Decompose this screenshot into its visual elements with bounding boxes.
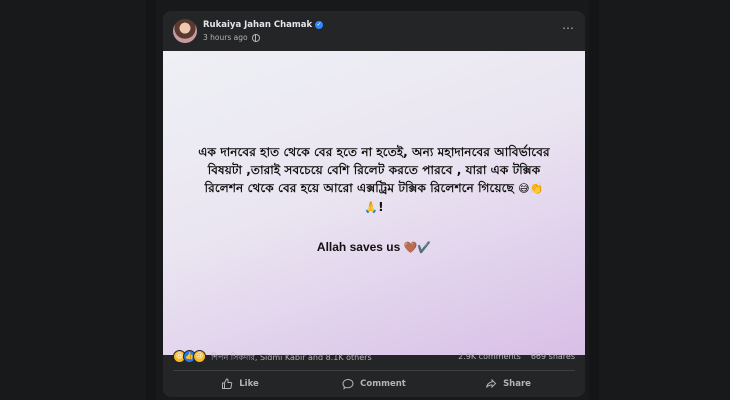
thumbs-up-icon xyxy=(222,378,233,389)
post-stats: 😆 👍 😢 শিপন সিকদার, Sidmi Kabir and 8.1K … xyxy=(163,346,585,366)
post-tagline-row: Allah saves us 🤎✔️ xyxy=(163,240,585,254)
comment-label: Comment xyxy=(360,379,406,389)
post-actions: Like Comment Share xyxy=(173,372,575,396)
share-button[interactable]: Share xyxy=(441,372,575,396)
comment-button[interactable]: Comment xyxy=(307,372,441,396)
post-text-emoji: 😅👏 xyxy=(518,182,544,195)
sad-reaction-icon: 😢 xyxy=(193,350,206,363)
actions-divider xyxy=(173,370,575,371)
author-row: Rukaiya Jahan Chamak ✓ xyxy=(203,20,324,30)
post-text-block: এক দানবের হাত থেকে বের হতে না হতেই, অন্য… xyxy=(191,143,557,217)
right-column-strip xyxy=(589,0,599,400)
shares-count[interactable]: 669 shares xyxy=(531,352,575,361)
author-name[interactable]: Rukaiya Jahan Chamak xyxy=(203,20,312,30)
post-timestamp[interactable]: 3 hours ago xyxy=(203,33,248,42)
comment-bubble-icon xyxy=(342,378,354,390)
share-label: Share xyxy=(503,379,531,389)
post-card: Rukaiya Jahan Chamak ✓ 3 hours ago ⋯ এক … xyxy=(163,11,585,397)
more-options-icon[interactable]: ⋯ xyxy=(562,21,575,35)
comments-count[interactable]: 2.9K comments xyxy=(458,352,521,361)
post-end-emoji: 🙏 xyxy=(364,201,379,214)
verified-badge-icon: ✓ xyxy=(315,21,324,29)
share-arrow-icon xyxy=(486,378,497,389)
post-text: এক দানবের হাত থেকে বের হতে না হতেই, অন্য… xyxy=(198,145,550,195)
reaction-icons[interactable]: 😆 👍 😢 xyxy=(173,350,206,363)
post-header: Rukaiya Jahan Chamak ✓ 3 hours ago ⋯ xyxy=(163,11,585,51)
post-tagline-emoji: 🤎✔️ xyxy=(403,242,432,254)
author-avatar[interactable] xyxy=(173,19,197,43)
reactors-summary[interactable]: শিপন সিকদার, Sidmi Kabir and 8.1K others xyxy=(211,352,372,365)
globe-icon xyxy=(251,33,260,42)
left-column-strip xyxy=(146,0,156,400)
post-text-end: ! xyxy=(378,200,384,214)
post-tagline: Allah saves us xyxy=(316,240,401,254)
post-image[interactable]: এক দানবের হাত থেকে বের হতে না হতেই, অন্য… xyxy=(163,51,585,355)
like-button[interactable]: Like xyxy=(173,372,307,396)
engagement-counts: 2.9K comments 669 shares xyxy=(458,352,575,361)
like-label: Like xyxy=(239,379,259,389)
post-meta: 3 hours ago xyxy=(203,33,260,42)
